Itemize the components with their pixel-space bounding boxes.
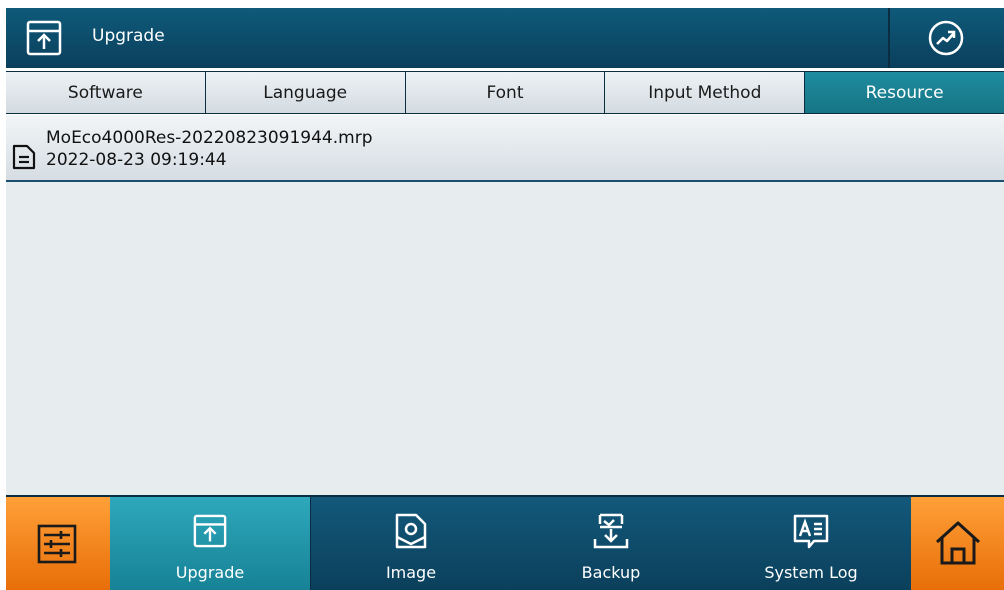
settings-button[interactable]	[6, 497, 110, 590]
tab-input-method[interactable]: Input Method	[604, 72, 805, 113]
file-list: MoEco4000Res-20220823091944.mrp 2022-08-…	[6, 115, 1004, 495]
system-log-icon	[793, 514, 829, 549]
trend-button[interactable]	[890, 8, 1004, 68]
upgrade-icon	[26, 20, 62, 56]
backup-icon	[593, 513, 629, 549]
file-date: 2022-08-23 09:19:44	[46, 150, 227, 170]
tab-resource[interactable]: Resource	[804, 72, 1004, 113]
nav-upgrade[interactable]: Upgrade	[110, 497, 310, 590]
file-name: MoEco4000Res-20220823091944.mrp	[46, 128, 373, 148]
settings-sliders-icon	[37, 524, 77, 564]
nav-backup[interactable]: Backup	[511, 497, 711, 590]
page-title: Upgrade	[92, 26, 165, 46]
nav-system-log[interactable]: System Log	[711, 497, 911, 590]
bottom-nav: Upgrade Image Backup System Log	[6, 495, 1004, 590]
image-icon	[395, 513, 427, 549]
upgrade-icon	[193, 514, 227, 548]
nav-image-label: Image	[385, 563, 437, 582]
nav-backup-label: Backup	[581, 563, 641, 582]
tab-bar: Software Language Font Input Method Reso…	[6, 71, 1004, 114]
nav-system-log-label: System Log	[764, 563, 858, 582]
home-icon	[935, 521, 981, 565]
trend-icon	[928, 20, 964, 56]
list-item[interactable]: MoEco4000Res-20220823091944.mrp 2022-08-…	[6, 115, 1004, 182]
nav-image[interactable]: Image	[311, 497, 511, 590]
nav-upgrade-label: Upgrade	[175, 563, 245, 582]
upgrade-screen: Upgrade Software Language Font Input Met…	[6, 8, 1004, 590]
tab-language[interactable]: Language	[204, 72, 405, 113]
home-button[interactable]	[911, 497, 1004, 590]
header-bar: Upgrade	[6, 8, 1004, 68]
tab-software[interactable]: Software	[6, 72, 205, 113]
document-icon	[12, 144, 36, 174]
tab-font[interactable]: Font	[404, 72, 605, 113]
